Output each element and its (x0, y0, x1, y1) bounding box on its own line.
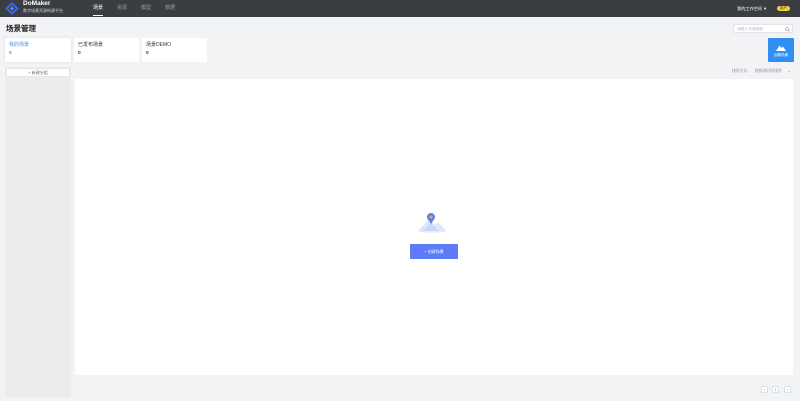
category-label: 我的场景 (9, 42, 30, 48)
mountain-icon (776, 45, 786, 51)
caret-down-icon: ▼ (763, 6, 768, 11)
create-scene-card[interactable]: 创建场景 (768, 38, 794, 62)
category-sidebar: + 新建分组 (5, 67, 71, 397)
category-count: 0 (78, 51, 81, 56)
create-scene-button[interactable]: + 创建场景 (410, 244, 458, 259)
pagination-page-button[interactable]: 1 (772, 386, 779, 393)
scene-list-panel: + 创建场景 (75, 79, 793, 375)
category-card-my-scenes[interactable]: 我的场景 0 (5, 38, 71, 62)
pagination-prev-button[interactable]: ‹ (761, 386, 768, 393)
search-box (733, 24, 793, 33)
brand-subtitle: 数字场景资源构建平台 (23, 7, 63, 13)
user-badge[interactable]: 用户 (777, 6, 790, 11)
new-group-button[interactable]: + 新建分组 (6, 68, 70, 77)
brand-name: DoMaker (23, 0, 51, 7)
category-card-published[interactable]: 已发布场景 0 (74, 38, 139, 62)
sort-select[interactable]: 按修改时间排序 ⌄ (753, 67, 793, 75)
nav-item-models[interactable]: 模型 (141, 0, 151, 17)
page-title: 场景管理 (6, 24, 36, 33)
pagination-next-button[interactable]: › (784, 386, 791, 393)
sort-label: 排序方式: (732, 69, 749, 73)
domaker-logo-icon[interactable] (5, 2, 19, 15)
workspace-label: 我的工作空间 (737, 6, 763, 11)
brand: DoMaker 数字场景资源构建平台 (23, 0, 63, 13)
empty-scene-illustration (418, 213, 446, 233)
create-scene-card-label: 创建场景 (773, 53, 789, 57)
category-count: 0 (146, 51, 149, 56)
search-input[interactable] (737, 26, 785, 32)
top-bar: DoMaker 数字场景资源构建平台 场景 资源 模型 数据 我的工作空间▼ 用… (0, 0, 800, 17)
workspace-dropdown[interactable]: 我的工作空间▼ (737, 0, 767, 17)
nav-item-data[interactable]: 数据 (165, 0, 175, 17)
nav-item-scenes[interactable]: 场景 (93, 0, 104, 17)
category-count: 0 (9, 51, 12, 56)
nav-item-resources[interactable]: 资源 (117, 0, 127, 17)
sort-value: 按修改时间排序 (755, 69, 782, 73)
category-card-demo[interactable]: 场景DEMO 0 (142, 38, 207, 62)
chevron-down-icon: ⌄ (787, 68, 791, 73)
main-nav: 场景 资源 模型 数据 (93, 0, 189, 17)
category-label: 场景DEMO (146, 42, 172, 48)
search-icon[interactable] (785, 26, 790, 32)
category-label: 已发布场景 (78, 42, 104, 48)
